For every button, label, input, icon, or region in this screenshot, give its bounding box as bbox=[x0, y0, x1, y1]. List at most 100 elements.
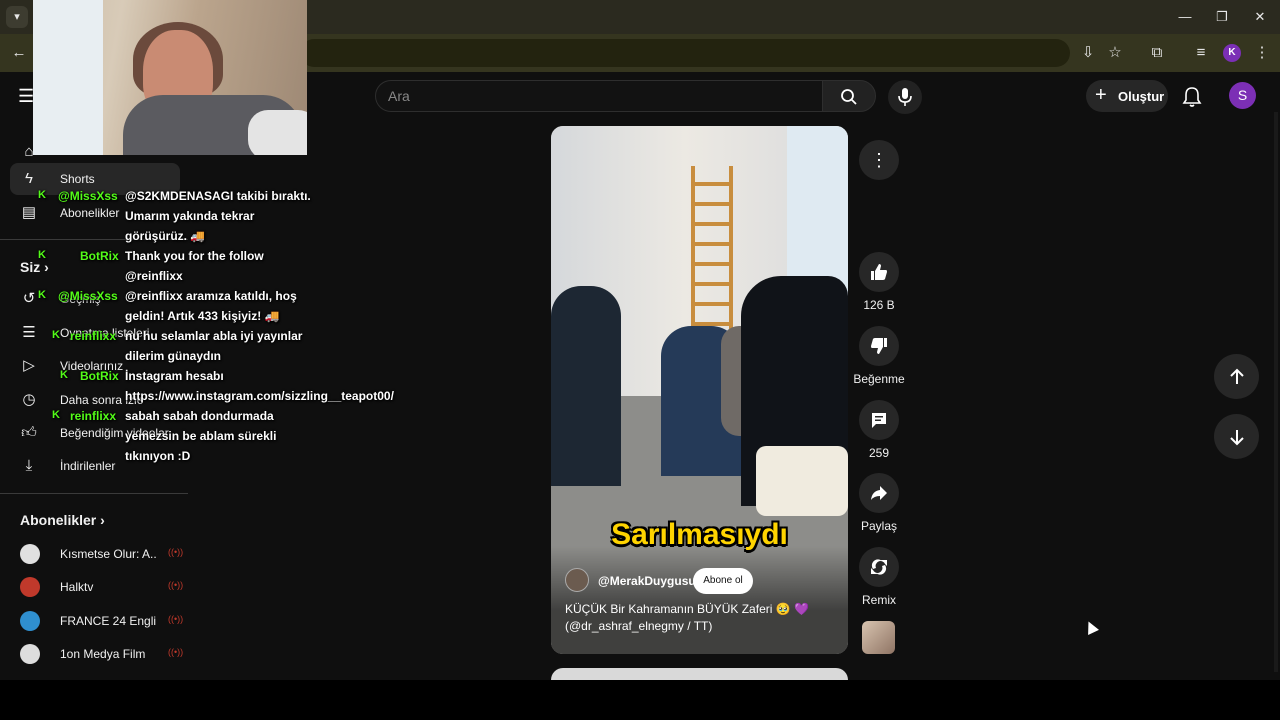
account-avatar[interactable]: S bbox=[1229, 82, 1256, 109]
kick-badge-icon: K bbox=[52, 329, 60, 341]
share-button[interactable] bbox=[859, 473, 899, 513]
channel-avatar bbox=[20, 611, 40, 631]
more-options-button[interactable]: ⋮ bbox=[859, 140, 899, 180]
chat-username: @MissXss bbox=[58, 189, 118, 203]
subscribe-button[interactable]: Abone ol bbox=[693, 568, 753, 594]
mouse-cursor-icon bbox=[1083, 619, 1099, 635]
search-input[interactable] bbox=[388, 81, 808, 111]
bookmark-star-icon[interactable]: ☆ bbox=[1104, 42, 1126, 64]
history-icon: ↺ bbox=[22, 290, 36, 307]
remix-button[interactable] bbox=[859, 547, 899, 587]
channel-avatar bbox=[20, 544, 40, 564]
create-button[interactable]: + Oluştur bbox=[1086, 80, 1168, 112]
channel-avatar bbox=[20, 577, 40, 597]
kick-badge-icon: K bbox=[38, 189, 46, 201]
download-icon: ⤓ bbox=[25, 457, 33, 474]
sound-thumbnail[interactable] bbox=[862, 621, 895, 654]
voice-search-button[interactable] bbox=[888, 80, 922, 114]
create-label: Oluştur bbox=[1118, 89, 1165, 104]
close-icon[interactable]: ✕ bbox=[1247, 6, 1273, 28]
video-caption: Sarılmasıydı bbox=[611, 518, 788, 551]
install-icon[interactable]: ⇩ bbox=[1077, 42, 1099, 64]
subscription-channel[interactable]: Kısmetse Olur: A... ((•)) bbox=[10, 538, 183, 570]
chat-username: BotRix bbox=[80, 369, 119, 383]
subscriptions-title-label: Abonelikler bbox=[20, 512, 97, 528]
share-icon bbox=[871, 486, 887, 500]
video-frame-person bbox=[551, 286, 621, 486]
dislike-label: Beğenme bbox=[853, 372, 905, 386]
chat-message: K reinflixx nu hu selamlar abla iyi yayı… bbox=[38, 326, 318, 366]
browser-profile-avatar[interactable]: K bbox=[1223, 44, 1241, 62]
subscription-channel[interactable]: Halktv ((•)) bbox=[10, 571, 184, 603]
channel-avatar[interactable] bbox=[565, 568, 589, 592]
playlist-icon: ☰ bbox=[22, 324, 36, 341]
stream-chat-overlay: K @MissXss @S2KMDENASAGI takibi bıraktı.… bbox=[38, 186, 394, 466]
arrow-up-icon bbox=[1230, 368, 1244, 384]
your-videos-icon: ▷ bbox=[23, 357, 35, 374]
thumbs-down-icon bbox=[871, 338, 887, 354]
thumbs-up-icon bbox=[871, 264, 887, 280]
channel-handle[interactable]: @MerakDuygusu bbox=[598, 574, 696, 588]
bottom-bar bbox=[0, 680, 1280, 720]
channel-name: Halktv bbox=[60, 580, 94, 594]
comments-action[interactable]: 259 bbox=[846, 400, 912, 460]
extensions-icon[interactable]: ⧉ bbox=[1146, 42, 1168, 64]
remix-label: Remix bbox=[861, 593, 896, 607]
more-vert-icon: ⋮ bbox=[870, 150, 888, 170]
like-action[interactable]: 126 B bbox=[846, 252, 912, 312]
dislike-action[interactable]: Beğenme bbox=[846, 326, 912, 386]
subscriptions-icon: ▤ bbox=[21, 204, 37, 221]
next-short-preview[interactable] bbox=[551, 668, 848, 680]
chat-username: @MissXss bbox=[58, 289, 118, 303]
like-button[interactable] bbox=[859, 252, 899, 292]
chat-message: K @MissXss @S2KMDENASAGI takibi bıraktı.… bbox=[38, 186, 318, 246]
comment-icon bbox=[872, 413, 886, 428]
media-control-icon[interactable]: ≡ bbox=[1190, 42, 1212, 64]
notifications-bell-icon[interactable] bbox=[1182, 86, 1202, 108]
watch-later-icon: ◷ bbox=[22, 391, 36, 408]
kick-badge-icon: K bbox=[38, 249, 46, 261]
webcam-background-window bbox=[33, 0, 103, 155]
share-label: Paylaş bbox=[860, 519, 898, 533]
arrow-down-icon bbox=[1230, 430, 1244, 446]
browser-menu-icon[interactable]: ⋮ bbox=[1251, 42, 1273, 64]
subscription-channel[interactable]: 1on Medya Film ((•)) bbox=[10, 638, 184, 670]
live-icon: ((•)) bbox=[168, 647, 184, 657]
kick-badge-icon: K bbox=[52, 409, 60, 421]
remix-action[interactable]: Remix bbox=[846, 547, 912, 607]
remix-icon bbox=[871, 559, 887, 575]
previous-short-button[interactable] bbox=[1214, 354, 1259, 399]
short-title[interactable]: KÜÇÜK Bir Kahramanın BÜYÜK Zaferi 🥹 💜 (@… bbox=[565, 601, 835, 635]
comments-button[interactable] bbox=[859, 400, 899, 440]
like-icon: 👍︎ bbox=[21, 424, 37, 441]
divider bbox=[0, 493, 188, 494]
chat-message: K BotRix Thank you for the follow @reinf… bbox=[38, 246, 318, 286]
short-video-player[interactable]: Sarılmasıydı @MerakDuygusu Abone ol KÜÇÜ… bbox=[551, 126, 848, 654]
dislike-button[interactable] bbox=[859, 326, 899, 366]
kick-badge-icon: K bbox=[60, 369, 68, 381]
chat-username: reinflixx bbox=[70, 329, 117, 343]
address-bar[interactable] bbox=[300, 39, 1070, 67]
live-icon: ((•)) bbox=[168, 580, 184, 590]
channel-name: FRANCE 24 Engli... bbox=[60, 614, 156, 628]
restore-icon[interactable]: ❐ bbox=[1209, 6, 1235, 28]
back-arrow-icon[interactable]: ← bbox=[8, 42, 30, 64]
chat-message: K @MissXss @reinflixx aramıza katıldı, h… bbox=[38, 286, 318, 326]
tab-search-dropdown[interactable]: ▾ bbox=[6, 6, 28, 28]
search-button[interactable] bbox=[822, 80, 876, 112]
search-icon bbox=[841, 89, 857, 105]
share-action[interactable]: Paylaş bbox=[846, 473, 912, 533]
webcam-pillow bbox=[248, 110, 307, 155]
comment-count: 259 bbox=[868, 446, 890, 460]
minimize-icon[interactable]: — bbox=[1172, 6, 1198, 28]
page-scrollbar[interactable] bbox=[1274, 112, 1278, 672]
webcam-overlay bbox=[33, 0, 307, 155]
like-count: 126 B bbox=[863, 298, 895, 312]
next-short-button[interactable] bbox=[1214, 414, 1259, 459]
subscriptions-section-title[interactable]: Abonelikler › bbox=[20, 512, 105, 528]
channel-avatar bbox=[20, 644, 40, 664]
subscription-channel[interactable]: FRANCE 24 Engli... ((•)) bbox=[10, 605, 183, 637]
video-gradient-overlay bbox=[551, 546, 848, 654]
channel-name: 1on Medya Film bbox=[60, 647, 146, 661]
shorts-icon: ϟ bbox=[25, 170, 33, 187]
